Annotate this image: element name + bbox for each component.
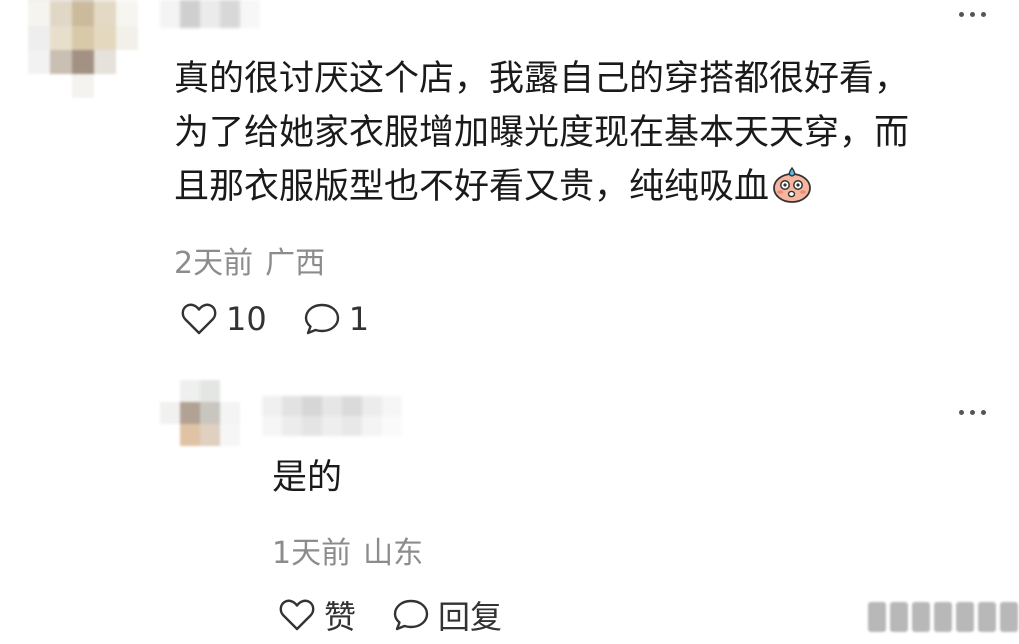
heart-outline-icon (278, 597, 316, 633)
reply-like-button[interactable]: 赞 (278, 592, 356, 638)
comment-line: 真的很讨厌这个店，我露自己的穿搭都很好看， (174, 59, 910, 99)
comment-line: 为了给她家衣服增加曝光度现在基本天天穿，而 (174, 113, 910, 153)
comment-actions: 10 1 (180, 300, 369, 338)
speech-bubble-icon (392, 597, 430, 633)
reply-more-dots-icon[interactable] (959, 410, 986, 415)
reply-count-button[interactable]: 1 (303, 300, 369, 338)
reply-button[interactable]: 回复 (392, 592, 502, 638)
reply-body: 是的 (272, 458, 343, 498)
reply-meta: 1天前 山东 (272, 528, 423, 572)
heart-outline-icon (180, 301, 218, 337)
comment-thread: 真的很讨厌这个店，我露自己的穿搭都很好看， 为了给她家衣服增加曝光度现在基本天天穿… (0, 0, 1019, 644)
reply-count: 1 (348, 300, 370, 338)
reply-timestamp: 1天前 (272, 536, 352, 571)
reply-label: 回复 (438, 598, 503, 636)
avatar[interactable] (28, 0, 138, 98)
speech-bubble-icon (303, 301, 341, 337)
comment-body: 真的很讨厌这个店，我露自己的穿搭都很好看， 为了给她家衣服增加曝光度现在基本天天穿… (174, 52, 984, 220)
watermark (868, 602, 1018, 632)
timestamp: 2天前 (174, 246, 254, 281)
comment-meta: 2天前 广西 (174, 238, 325, 282)
like-button[interactable]: 10 (180, 300, 267, 338)
sweat-face-emoji-icon (771, 164, 813, 220)
reply-username[interactable] (262, 396, 404, 436)
username[interactable] (160, 0, 260, 28)
comment-line: 且那衣服版型也不好看又贵，纯纯吸血 (174, 167, 770, 207)
reply-location: 山东 (363, 536, 424, 571)
more-dots-icon[interactable] (959, 12, 986, 17)
reply-like-label: 赞 (324, 598, 357, 636)
location: 广西 (265, 246, 326, 281)
like-count: 10 (226, 300, 267, 338)
reply-avatar[interactable] (160, 380, 240, 446)
reply-actions: 赞 回复 (278, 592, 502, 638)
